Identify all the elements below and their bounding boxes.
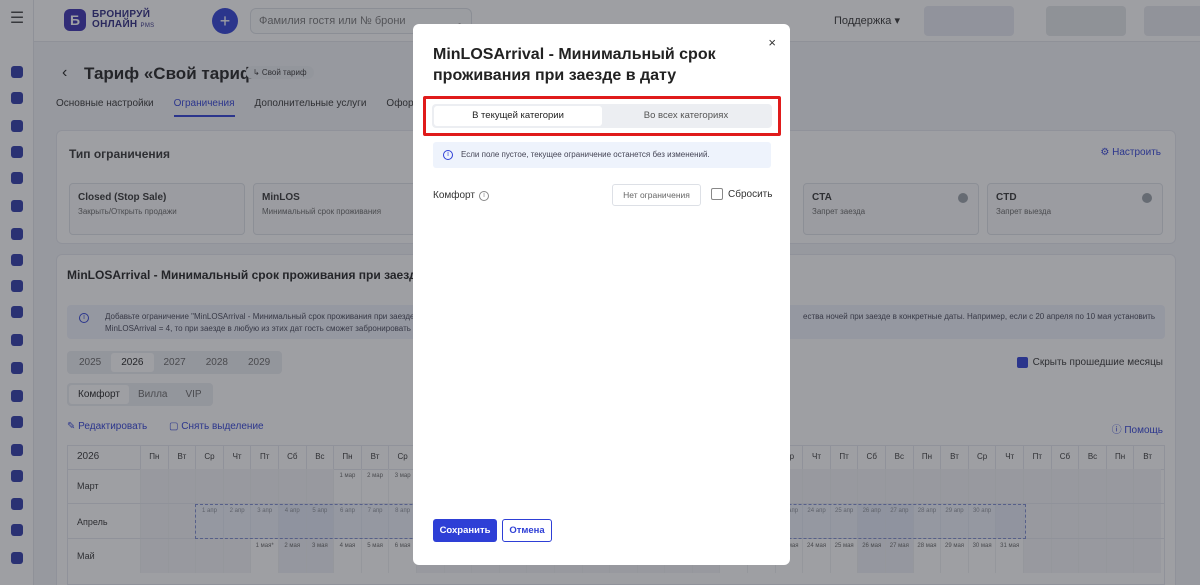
checkbox-icon [711, 188, 723, 200]
close-icon[interactable]: × [768, 35, 776, 50]
tab-current-category[interactable]: В текущей категории [434, 106, 602, 126]
modal-info-banner: i Если поле пустое, текущее ограничение … [433, 142, 771, 168]
save-button[interactable]: Сохранить [433, 519, 497, 542]
scope-segmented-control: В текущей категории Во всех категориях [432, 104, 772, 128]
category-row-label: Комфорт i [433, 190, 489, 201]
modal-title: MinLOSArrival - Минимальный срок прожива… [433, 46, 716, 84]
cancel-button[interactable]: Отмена [502, 519, 552, 542]
reset-label: Сбросить [728, 188, 773, 200]
minlos-value-input[interactable]: Нет ограничения [612, 184, 701, 206]
info-icon[interactable]: i [478, 190, 489, 201]
minlosarrival-modal: × MinLOSArrival - Минимальный срок прожи… [413, 24, 790, 565]
modal-info-text: Если поле пустое, текущее ограничение ос… [461, 150, 710, 159]
category-name: Комфорт [433, 190, 475, 201]
info-icon: i [443, 150, 453, 160]
reset-checkbox[interactable]: Сбросить [711, 188, 772, 200]
tab-all-categories[interactable]: Во всех категориях [602, 106, 770, 126]
